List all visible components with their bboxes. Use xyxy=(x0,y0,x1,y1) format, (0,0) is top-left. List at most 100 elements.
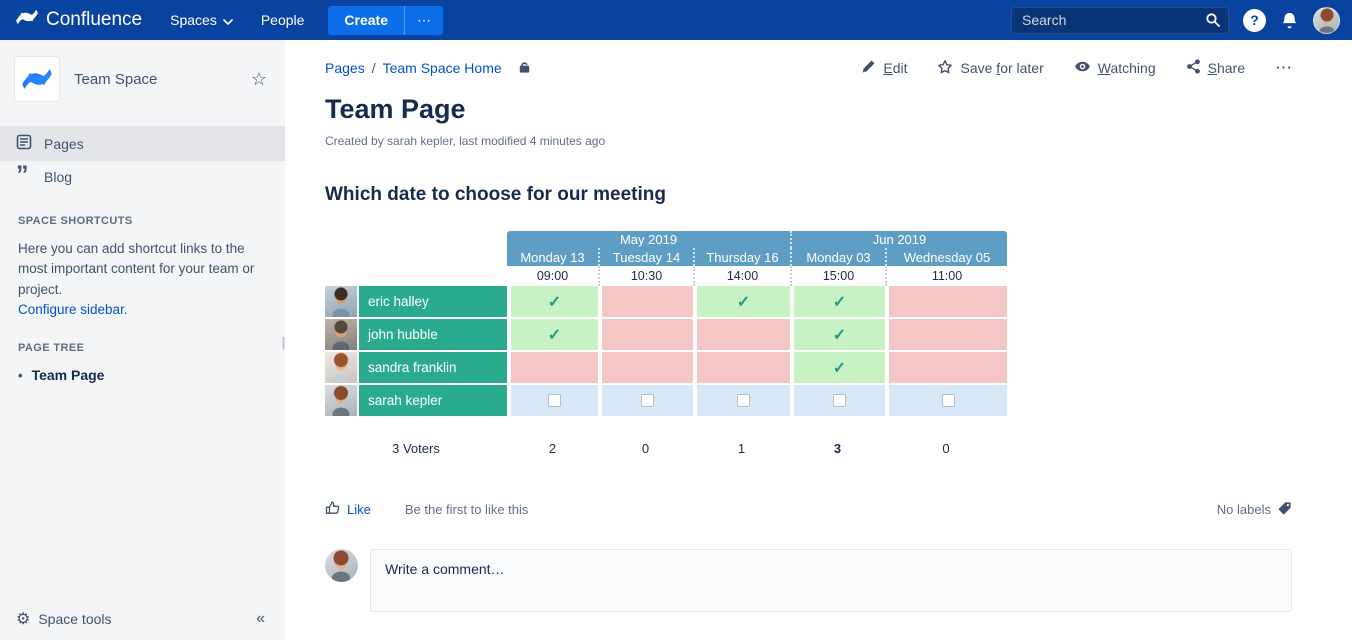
tree-item-label: Team Page xyxy=(32,367,105,383)
chevron-down-icon xyxy=(223,12,233,28)
shortcuts-description: Here you can add shortcut links to the m… xyxy=(18,241,254,297)
poll-date-header: Tuesday 14 xyxy=(598,248,693,266)
voter-photo xyxy=(325,286,357,317)
voter-photo xyxy=(325,352,357,383)
create-more-button[interactable]: ⋯ xyxy=(404,6,443,35)
tag-icon xyxy=(1277,501,1292,519)
eye-icon xyxy=(1074,58,1091,78)
thumbs-up-icon xyxy=(325,500,341,519)
create-button[interactable]: Create xyxy=(328,6,404,35)
space-tools-button[interactable]: Space tools xyxy=(38,611,111,627)
pencil-icon xyxy=(861,59,876,77)
sidebar-item-pages[interactable]: Pages xyxy=(0,126,285,161)
voter-avatar xyxy=(325,385,357,418)
collapse-sidebar-icon[interactable]: « xyxy=(256,610,265,628)
voter-name: sarah kepler xyxy=(357,385,507,418)
unlock-icon[interactable] xyxy=(517,59,532,77)
page-content: Pages / Team Space Home Edit Save for la… xyxy=(285,40,1352,640)
like-hint: Be the first to like this xyxy=(405,502,529,517)
pages-icon xyxy=(16,134,32,153)
poll-time: 15:00 xyxy=(790,266,885,286)
edit-button[interactable]: Edit xyxy=(861,59,907,77)
ellipsis-icon: ⋯ xyxy=(1275,58,1292,78)
checkmark-icon: ✓ xyxy=(737,292,750,312)
voter-avatar xyxy=(325,352,357,385)
page-tree-item-team-page[interactable]: • Team Page xyxy=(18,367,267,383)
poll-time: 09:00 xyxy=(507,266,598,286)
page-more-actions-button[interactable]: ⋯ xyxy=(1275,58,1292,78)
checkmark-icon: ✓ xyxy=(548,292,561,312)
help-glyph: ? xyxy=(1250,12,1259,28)
search-input[interactable] xyxy=(1011,7,1229,34)
voter-name: sandra franklin xyxy=(357,352,507,385)
vote-cell-yes: ✓ xyxy=(790,286,885,319)
breadcrumb: Pages / Team Space Home xyxy=(325,59,532,77)
labels-button[interactable]: No labels xyxy=(1217,501,1292,519)
help-icon[interactable]: ? xyxy=(1243,9,1266,32)
nav-spaces-label: Spaces xyxy=(170,12,217,28)
breadcrumb-pages[interactable]: Pages xyxy=(325,60,365,76)
vote-cell-pending xyxy=(885,385,1007,418)
vote-cell-no xyxy=(693,319,790,352)
notifications-bell-icon[interactable] xyxy=(1280,11,1299,30)
vote-cell-no xyxy=(885,352,1007,385)
vote-count: 2 xyxy=(507,418,598,460)
page-byline: Created by sarah kepler, last modified 4… xyxy=(325,134,1292,148)
favorite-star-icon[interactable]: ☆ xyxy=(251,69,267,90)
comment-input[interactable]: Write a comment… xyxy=(370,549,1292,612)
poll-time: 10:30 xyxy=(598,266,693,286)
watching-button[interactable]: Watching xyxy=(1074,58,1156,78)
vote-cell-yes: ✓ xyxy=(790,319,885,352)
vote-cell-no xyxy=(598,352,693,385)
voters-total-label: 3 Voters xyxy=(325,418,507,460)
space-name[interactable]: Team Space xyxy=(74,71,237,88)
space-shortcuts-heading: SPACE SHORTCUTS xyxy=(18,215,267,227)
star-icon xyxy=(937,59,953,78)
like-button[interactable]: Like xyxy=(325,500,371,519)
breadcrumb-separator: / xyxy=(372,60,376,76)
vote-checkbox[interactable] xyxy=(641,394,654,407)
space-logo[interactable] xyxy=(14,56,60,102)
configure-sidebar-link[interactable]: Configure sidebar. xyxy=(18,302,128,317)
vote-cell-no xyxy=(598,286,693,319)
page-tree-heading: PAGE TREE xyxy=(18,342,267,354)
create-button-group: Create ⋯ xyxy=(328,6,443,35)
poll-month-header: Jun 2019 xyxy=(790,231,1007,248)
nav-people[interactable]: People xyxy=(261,12,305,28)
no-labels-text: No labels xyxy=(1217,502,1271,517)
space-sidebar: Team Space ☆ Pages ” Blog SPACE SHORTCUT… xyxy=(0,40,285,640)
vote-count: 0 xyxy=(598,418,693,460)
vote-checkbox[interactable] xyxy=(833,394,846,407)
sidebar-blog-label: Blog xyxy=(44,169,72,185)
poll-date-header: Wednesday 05 xyxy=(885,248,1007,266)
sidebar-item-blog[interactable]: ” Blog xyxy=(0,161,285,193)
tree-bullet: • xyxy=(18,368,23,383)
breadcrumb-team-space-home[interactable]: Team Space Home xyxy=(383,60,502,76)
brand-name: Confluence xyxy=(46,9,142,31)
vote-cell-no xyxy=(598,319,693,352)
user-avatar[interactable] xyxy=(1313,7,1340,34)
share-button[interactable]: Share xyxy=(1186,59,1245,77)
vote-checkbox[interactable] xyxy=(737,394,750,407)
navbar-search xyxy=(1011,7,1229,34)
confluence-brand[interactable]: Confluence xyxy=(16,6,142,34)
vote-cell-pending xyxy=(693,385,790,418)
blog-quote-icon: ” xyxy=(16,170,32,184)
poll-time: 14:00 xyxy=(693,266,790,286)
vote-cell-pending xyxy=(790,385,885,418)
voter-photo xyxy=(325,319,357,350)
vote-cell-no xyxy=(693,352,790,385)
checkmark-icon: ✓ xyxy=(833,292,846,312)
like-label: Like xyxy=(347,502,371,517)
vote-cell-no xyxy=(885,319,1007,352)
nav-spaces[interactable]: Spaces xyxy=(170,12,233,28)
vote-cell-pending xyxy=(598,385,693,418)
vote-checkbox[interactable] xyxy=(942,394,955,407)
voter-name: john hubble xyxy=(357,319,507,352)
save-for-later-button[interactable]: Save for later xyxy=(937,59,1043,78)
vote-checkbox[interactable] xyxy=(548,394,561,407)
comment-avatar xyxy=(325,549,358,582)
checkmark-icon: ✓ xyxy=(833,358,846,378)
search-icon[interactable] xyxy=(1205,12,1221,33)
voter-name: eric halley xyxy=(357,286,507,319)
